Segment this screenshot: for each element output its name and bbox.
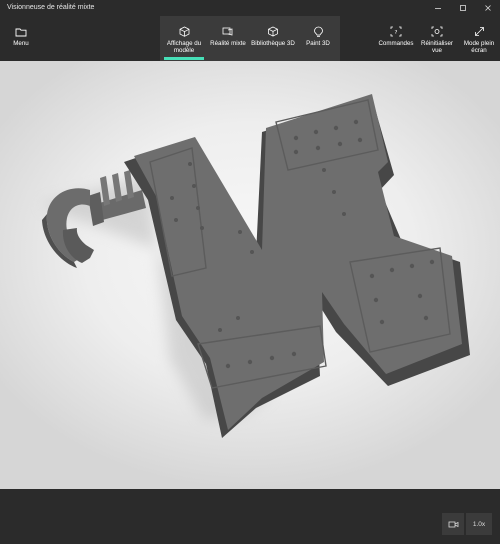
fullscreen-icon: [474, 27, 484, 36]
menu-label: Menu: [13, 40, 29, 47]
title-bar: Visionneuse de réalité mixte: [0, 0, 500, 16]
paint-icon: [313, 26, 323, 37]
commands-label: Commandes: [378, 40, 414, 47]
bottom-bar: [0, 489, 500, 544]
minimize-icon: [435, 8, 441, 9]
fullscreen-button[interactable]: Mode plein écran: [460, 16, 498, 61]
cube-icon: [179, 26, 189, 37]
reset-view-icon: [431, 26, 443, 37]
mixed-reality-icon: [222, 27, 233, 36]
reset-view-label: Réinitialiser vue: [421, 40, 453, 55]
tab-model-view[interactable]: Affichage du modèle: [162, 16, 206, 61]
tab-paint-3d[interactable]: Paint 3D: [298, 16, 338, 61]
commands-icon: ?: [390, 26, 402, 37]
tab-model-view-label: Affichage du modèle: [166, 40, 202, 55]
fullscreen-label: Mode plein écran: [463, 40, 495, 55]
window-title: Visionneuse de réalité mixte: [7, 4, 95, 11]
svg-text:?: ?: [395, 30, 398, 36]
camera-view-icon: [448, 521, 458, 527]
close-icon: [485, 5, 491, 11]
tab-mixed-reality-label: Réalité mixte: [210, 40, 246, 47]
library-cube-icon: [268, 26, 278, 37]
maximize-button[interactable]: [451, 0, 475, 16]
tab-paint-3d-label: Paint 3D: [306, 40, 330, 47]
commands-button[interactable]: ? Commandes: [374, 16, 418, 61]
3d-model-n-letter[interactable]: [0, 61, 500, 489]
tab-3d-library-label: Bibliothèque 3D: [251, 40, 295, 47]
camera-view-button[interactable]: [442, 513, 464, 535]
menu-button[interactable]: Menu: [6, 16, 36, 61]
minimize-button[interactable]: [426, 0, 450, 16]
active-tab-indicator: [164, 57, 204, 60]
model-viewport[interactable]: [0, 61, 500, 489]
maximize-icon: [460, 5, 466, 11]
zoom-level-button[interactable]: 1.0x: [466, 513, 492, 535]
reset-view-button[interactable]: Réinitialiser vue: [418, 16, 456, 61]
zoom-level-label: 1.0x: [472, 520, 486, 528]
tab-mixed-reality[interactable]: Réalité mixte: [207, 16, 249, 61]
folder-icon: [15, 28, 27, 36]
tab-3d-library[interactable]: Bibliothèque 3D: [251, 16, 295, 61]
close-button[interactable]: [476, 0, 500, 16]
